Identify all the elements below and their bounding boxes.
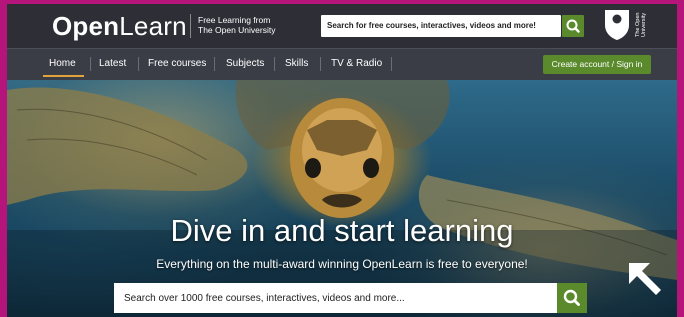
page-frame: OpenLearn Free Learning from The Open Un…	[7, 4, 677, 317]
nav-item-tv-radio[interactable]: TV & Radio	[331, 58, 382, 69]
create-account-signin-button[interactable]: Create account / Sign in	[543, 55, 651, 74]
nav-separator	[90, 57, 91, 71]
hero-banner: Dive in and start learning Everything on…	[7, 80, 677, 317]
nav-separator	[214, 57, 215, 71]
header-search-input[interactable]: Search for free courses, interactives, v…	[321, 15, 561, 37]
hero-title: Dive in and start learning	[170, 213, 514, 248]
search-icon	[563, 289, 580, 306]
active-tab-underline	[43, 75, 84, 77]
hero-search-input[interactable]: Search over 1000 free courses, interacti…	[114, 283, 557, 313]
open-university-text: The Open University	[635, 12, 647, 38]
tagline-line2: The Open University	[198, 25, 276, 35]
tagline-line1: Free Learning from	[198, 15, 271, 25]
openlearn-logo[interactable]: OpenLearn	[52, 11, 187, 42]
hero-search-button[interactable]	[557, 283, 587, 313]
header-search-button[interactable]	[562, 15, 584, 37]
hero-subtitle: Everything on the multi-award winning Op…	[156, 257, 528, 271]
nav-separator	[274, 57, 275, 71]
sea-turtle-image	[7, 80, 677, 317]
arrow-up-left-icon[interactable]	[626, 260, 664, 298]
nav-item-home[interactable]: Home	[49, 58, 76, 69]
main-nav: Home Latest Free courses Subjects Skills…	[7, 48, 677, 80]
nav-item-subjects[interactable]: Subjects	[226, 58, 264, 69]
logo-light-text: Learn	[119, 11, 187, 41]
logo-divider	[190, 14, 191, 38]
open-university-shield-icon[interactable]	[603, 9, 631, 41]
nav-item-latest[interactable]: Latest	[99, 58, 126, 69]
nav-item-free-courses[interactable]: Free courses	[148, 58, 206, 69]
search-icon	[566, 19, 580, 33]
nav-separator	[391, 57, 392, 71]
logo-bold-text: Open	[52, 11, 120, 41]
site-header: OpenLearn Free Learning from The Open Un…	[7, 4, 677, 48]
nav-separator	[320, 57, 321, 71]
nav-item-skills[interactable]: Skills	[285, 58, 308, 69]
tagline: Free Learning from The Open University	[198, 15, 275, 35]
nav-separator	[138, 57, 139, 71]
